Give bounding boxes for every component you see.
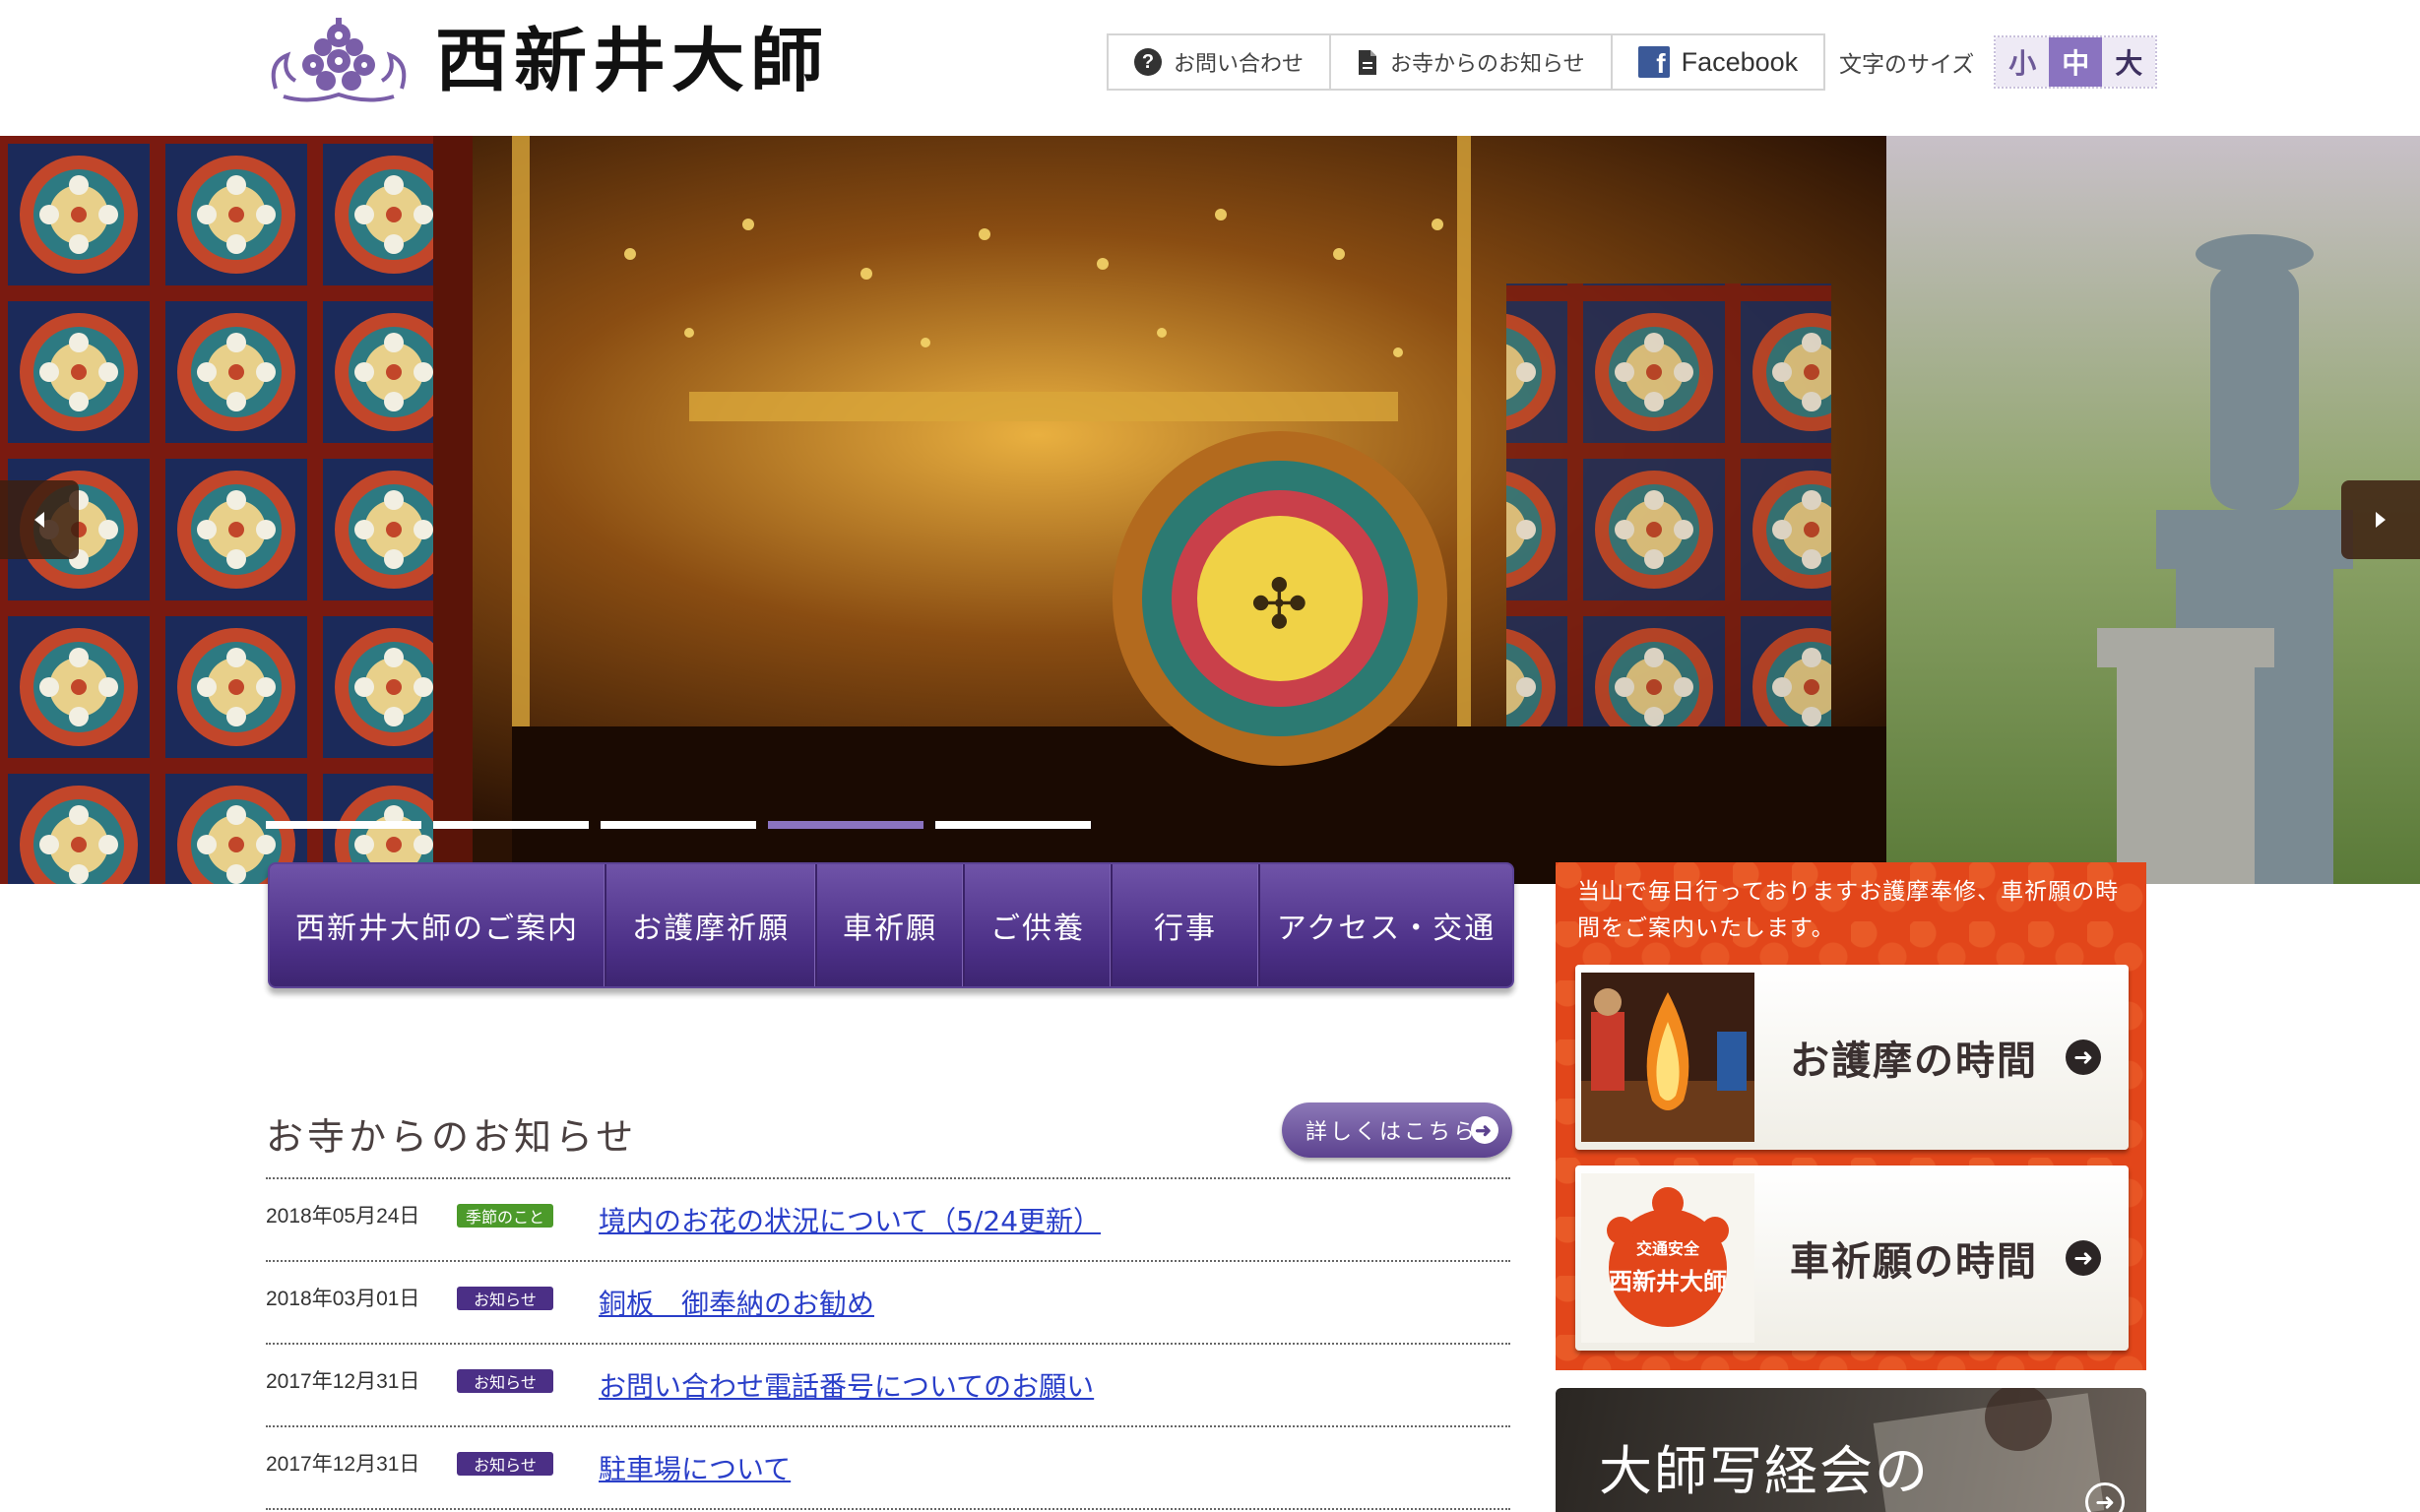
arrow-right-icon: ➜ bbox=[2066, 1040, 2101, 1075]
font-size-switcher: 文字のサイズ 小 中 大 bbox=[1839, 35, 2158, 89]
news-date: 2018年03月01日 bbox=[266, 1288, 420, 1310]
seal-traffic-safety-text: 交通安全 bbox=[1636, 1239, 1700, 1258]
site-header: 西新井大師 ? お問い合わせ お寺からのお知らせ f Facebook 文字のサ… bbox=[0, 0, 2420, 136]
news-heading: お寺からのお知らせ bbox=[266, 1115, 638, 1159]
nav-item-access[interactable]: アクセス・交通 bbox=[1260, 864, 1512, 986]
site-logo[interactable]: 西新井大師 bbox=[264, 12, 829, 110]
facebook-icon: f bbox=[1637, 46, 1670, 78]
temple-news-link-label: お寺からのお知らせ bbox=[1390, 52, 1585, 77]
nav-item-goma[interactable]: お護摩祈願 bbox=[606, 864, 817, 986]
slider-dot[interactable] bbox=[601, 821, 756, 829]
news-item: 2017年12月31日 お知らせ 駐車場について bbox=[266, 1425, 1510, 1508]
chevron-right-icon bbox=[2376, 512, 2386, 528]
nav-item-memorial[interactable]: ご供養 bbox=[965, 864, 1113, 986]
goma-schedule-label: お護摩の時間 bbox=[1790, 1039, 2038, 1084]
news-date: 2017年12月31日 bbox=[266, 1453, 420, 1476]
news-item: 2018年03月01日 お知らせ 銅板 御奉納のお勧め bbox=[266, 1260, 1510, 1343]
font-size-label: 文字のサイズ bbox=[1839, 52, 1975, 78]
goma-schedule-card[interactable]: お護摩の時間 ➜ bbox=[1575, 965, 2129, 1150]
slider-dot[interactable] bbox=[266, 821, 421, 829]
schedule-intro: 当山で毎日行っておりますお護摩奉修、車祈願の時間をご案内いたします。 bbox=[1577, 879, 2120, 941]
main-navigation: 西新井大師のご案内 お護摩祈願 車祈願 ご供養 行事 アクセス・交通 bbox=[268, 862, 1514, 988]
contact-link[interactable]: ? お問い合わせ bbox=[1109, 35, 1332, 89]
hero-slider: ✣ bbox=[0, 136, 2420, 884]
temple-crest-icon bbox=[271, 18, 407, 102]
news-category-badge: お知らせ bbox=[457, 1287, 553, 1310]
news-category-badge: お知らせ bbox=[457, 1452, 553, 1476]
car-blessing-schedule-card[interactable]: 交通安全 西新井大師 車祈願の時間 ➜ bbox=[1575, 1166, 2129, 1351]
traffic-safety-seal-image: 交通安全 西新井大師 bbox=[1581, 1173, 1754, 1343]
chevron-left-icon bbox=[34, 512, 44, 528]
news-category-badge: お知らせ bbox=[457, 1369, 553, 1393]
news-title-link[interactable]: 境内のお花の状況について（5/24更新） bbox=[599, 1200, 1101, 1239]
news-date: 2018年05月24日 bbox=[266, 1205, 420, 1228]
sutra-copying-banner[interactable]: 大師写経会の ➜ bbox=[1556, 1388, 2146, 1512]
font-size-large-button[interactable]: 大 bbox=[2102, 37, 2156, 87]
facebook-link-label: Facebook bbox=[1681, 46, 1799, 77]
news-item: 2018年05月24日 季節のこと 境内のお花の状況について（5/24更新） bbox=[266, 1177, 1510, 1260]
font-size-small-button[interactable]: 小 bbox=[1996, 37, 2050, 87]
news-divider bbox=[266, 1508, 1510, 1510]
news-category-badge: 季節のこと bbox=[457, 1204, 553, 1228]
arrow-right-icon: ➜ bbox=[2066, 1240, 2101, 1276]
slider-pagination bbox=[266, 821, 1091, 829]
goma-fire-image bbox=[1581, 973, 1754, 1142]
question-circle-icon: ? bbox=[1134, 48, 1162, 76]
svg-text:✣: ✣ bbox=[1250, 564, 1308, 645]
contact-link-label: お問い合わせ bbox=[1174, 52, 1305, 77]
facebook-link[interactable]: f Facebook bbox=[1613, 35, 1824, 89]
arrow-right-icon: ➜ bbox=[1471, 1116, 1498, 1144]
nav-item-guide[interactable]: 西新井大師のご案内 bbox=[270, 864, 606, 986]
seal-temple-name-text: 西新井大師 bbox=[1609, 1267, 1727, 1295]
nav-item-events[interactable]: 行事 bbox=[1113, 864, 1260, 986]
news-date: 2017年12月31日 bbox=[266, 1370, 420, 1393]
site-title: 西新井大師 bbox=[435, 21, 829, 101]
slider-dot[interactable] bbox=[433, 821, 589, 829]
news-item: 2017年12月31日 お知らせ お問い合わせ電話番号についてのお願い bbox=[266, 1343, 1510, 1425]
font-size-medium-button[interactable]: 中 bbox=[2049, 37, 2103, 87]
news-list: 2018年05月24日 季節のこと 境内のお花の状況について（5/24更新） 2… bbox=[266, 1177, 1510, 1510]
nav-item-car-blessing[interactable]: 車祈願 bbox=[817, 864, 965, 986]
news-more-label: 詳しくはこちら bbox=[1306, 1120, 1479, 1145]
utility-nav: ? お問い合わせ お寺からのお知らせ f Facebook bbox=[1107, 33, 1826, 91]
news-title-link[interactable]: お問い合わせ電話番号についてのお願い bbox=[599, 1365, 1094, 1405]
car-blessing-schedule-label: 車祈願の時間 bbox=[1790, 1239, 2038, 1285]
slider-next-button[interactable] bbox=[2341, 480, 2420, 559]
slider-dot[interactable] bbox=[768, 821, 923, 829]
sutra-banner-title: 大師写経会の bbox=[1599, 1440, 1930, 1502]
slider-dot[interactable] bbox=[935, 821, 1091, 829]
news-more-button[interactable]: 詳しくはこちら ➜ bbox=[1282, 1102, 1512, 1158]
document-icon bbox=[1359, 49, 1377, 75]
schedule-panel: 当山で毎日行っておりますお護摩奉修、車祈願の時間をご案内いたします。 お護摩の時… bbox=[1556, 862, 2146, 1370]
hero-image: ✣ bbox=[0, 136, 2420, 884]
font-size-options: 小 中 大 bbox=[1994, 35, 2158, 89]
slider-prev-button[interactable] bbox=[0, 480, 79, 559]
news-title-link[interactable]: 駐車場について bbox=[599, 1448, 791, 1487]
temple-news-link[interactable]: お寺からのお知らせ bbox=[1331, 35, 1613, 89]
news-title-link[interactable]: 銅板 御奉納のお勧め bbox=[599, 1283, 874, 1322]
